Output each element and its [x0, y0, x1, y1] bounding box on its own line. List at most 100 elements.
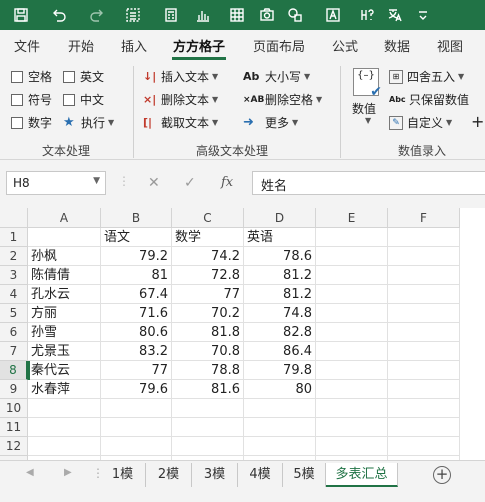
checkbox-number[interactable]: 数字: [11, 114, 52, 131]
cell-e5[interactable]: [316, 304, 388, 323]
select-all-corner[interactable]: [0, 208, 28, 228]
cell-f3[interactable]: [388, 266, 460, 285]
cell-c10[interactable]: [172, 399, 244, 418]
row-header-1[interactable]: 1: [0, 228, 28, 247]
cell-b4[interactable]: 67.4: [101, 285, 172, 304]
sheet-tab[interactable]: 1模: [100, 463, 146, 487]
cell-d1[interactable]: 英语: [244, 228, 316, 247]
value-button[interactable]: {–} ✔ 数值 ▼: [349, 66, 383, 128]
cell-c9[interactable]: 81.6: [172, 380, 244, 399]
cell-a8[interactable]: 秦代云: [28, 361, 101, 380]
cell-d7[interactable]: 86.4: [244, 342, 316, 361]
tab-view[interactable]: 视图: [437, 36, 463, 55]
checkbox-box[interactable]: [63, 70, 75, 83]
formula-input[interactable]: 姓名: [252, 171, 485, 195]
round-button[interactable]: ⊞ 四舍五入 ▼: [389, 68, 464, 85]
cell-e2[interactable]: [316, 247, 388, 266]
cell-e3[interactable]: [316, 266, 388, 285]
add-sheet-button[interactable]: +: [433, 466, 451, 484]
tab-file[interactable]: 文件: [14, 36, 40, 55]
row-header-8[interactable]: 8: [0, 361, 28, 380]
delete-text-button[interactable]: ×| 删除文本 ▼: [143, 91, 218, 108]
tab-insert[interactable]: 插入: [121, 36, 147, 55]
column-header-b[interactable]: B: [101, 208, 172, 228]
cell-f6[interactable]: [388, 323, 460, 342]
checkbox-box[interactable]: [11, 70, 23, 83]
cell-b10[interactable]: [101, 399, 172, 418]
chevron-down-icon[interactable]: ▼: [93, 176, 100, 186]
case-button[interactable]: Ab 大小写 ▼: [243, 68, 310, 85]
cell-a12[interactable]: [28, 437, 101, 456]
row-header-9[interactable]: 9: [0, 380, 28, 399]
delete-space-button[interactable]: ×AB 删除空格 ▼: [243, 91, 322, 108]
undo-icon[interactable]: [48, 4, 70, 26]
cell-f5[interactable]: [388, 304, 460, 323]
tab-page-layout[interactable]: 页面布局: [253, 36, 305, 55]
cell-a11[interactable]: [28, 418, 101, 437]
cell-b9[interactable]: 79.6: [101, 380, 172, 399]
execute-button[interactable]: ★ 执行 ▼: [63, 114, 114, 131]
tab-home[interactable]: 开始: [68, 36, 94, 55]
row-header-7[interactable]: 7: [0, 342, 28, 361]
sheet-tab[interactable]: 多表汇总: [326, 463, 398, 487]
add-custom-icon[interactable]: +: [471, 112, 484, 131]
cell-e9[interactable]: [316, 380, 388, 399]
cell-a4[interactable]: 孔水云: [28, 285, 101, 304]
cell-f11[interactable]: [388, 418, 460, 437]
row-header-12[interactable]: 12: [0, 437, 28, 456]
cell-d6[interactable]: 82.8: [244, 323, 316, 342]
cell-c6[interactable]: 81.8: [172, 323, 244, 342]
sheet-tab[interactable]: 5模: [283, 463, 326, 487]
cell-f9[interactable]: [388, 380, 460, 399]
tab-fangfang[interactable]: 方方格子: [173, 36, 225, 55]
cell-a10[interactable]: [28, 399, 101, 418]
cell-e7[interactable]: [316, 342, 388, 361]
cell-f4[interactable]: [388, 285, 460, 304]
redo-icon[interactable]: [86, 4, 108, 26]
prev-sheet-icon[interactable]: ◀: [26, 467, 34, 478]
text-recognition-icon[interactable]: [322, 4, 344, 26]
cell-d11[interactable]: [244, 418, 316, 437]
next-sheet-icon[interactable]: ▶: [64, 467, 72, 478]
sheet-tab[interactable]: 4模: [238, 463, 283, 487]
cell-f1[interactable]: [388, 228, 460, 247]
cell-d12[interactable]: [244, 437, 316, 456]
cell-d8[interactable]: 79.8: [244, 361, 316, 380]
shapes-icon[interactable]: [284, 4, 306, 26]
camera-icon[interactable]: [256, 4, 278, 26]
custom-button[interactable]: ✎ 自定义 ▼: [389, 114, 452, 131]
cell-b6[interactable]: 80.6: [101, 323, 172, 342]
more-button[interactable]: ➜ 更多 ▼: [243, 114, 298, 131]
cell-c7[interactable]: 70.8: [172, 342, 244, 361]
row-header-5[interactable]: 5: [0, 304, 28, 323]
cell-e6[interactable]: [316, 323, 388, 342]
cell-f8[interactable]: [388, 361, 460, 380]
row-header-3[interactable]: 3: [0, 266, 28, 285]
cell-e4[interactable]: [316, 285, 388, 304]
cell-a6[interactable]: 孙雪: [28, 323, 101, 342]
column-header-f[interactable]: F: [388, 208, 460, 228]
cell-c5[interactable]: 70.2: [172, 304, 244, 323]
drag-handle-icon[interactable]: ⋮: [118, 174, 130, 188]
cell-b1[interactable]: 语文: [101, 228, 172, 247]
sheet-tab[interactable]: 2模: [146, 463, 192, 487]
cell-e1[interactable]: [316, 228, 388, 247]
cell-b12[interactable]: [101, 437, 172, 456]
column-header-c[interactable]: C: [172, 208, 244, 228]
checkbox-space[interactable]: 空格: [11, 68, 52, 85]
checkbox-chinese[interactable]: 中文: [63, 91, 104, 108]
checkbox-english[interactable]: 英文: [63, 68, 104, 85]
cell-c12[interactable]: [172, 437, 244, 456]
sheet-tab[interactable]: 3模: [192, 463, 238, 487]
confirm-icon[interactable]: ✓: [184, 175, 196, 191]
row-header-4[interactable]: 4: [0, 285, 28, 304]
cell-a1[interactable]: [28, 228, 101, 247]
cell-a2[interactable]: 孙枫: [28, 247, 101, 266]
row-header-6[interactable]: 6: [0, 323, 28, 342]
cell-b11[interactable]: [101, 418, 172, 437]
row-header-11[interactable]: 11: [0, 418, 28, 437]
grid-icon[interactable]: [226, 4, 248, 26]
checkbox-box[interactable]: [63, 93, 75, 106]
cell-f2[interactable]: [388, 247, 460, 266]
cell-a5[interactable]: 方丽: [28, 304, 101, 323]
